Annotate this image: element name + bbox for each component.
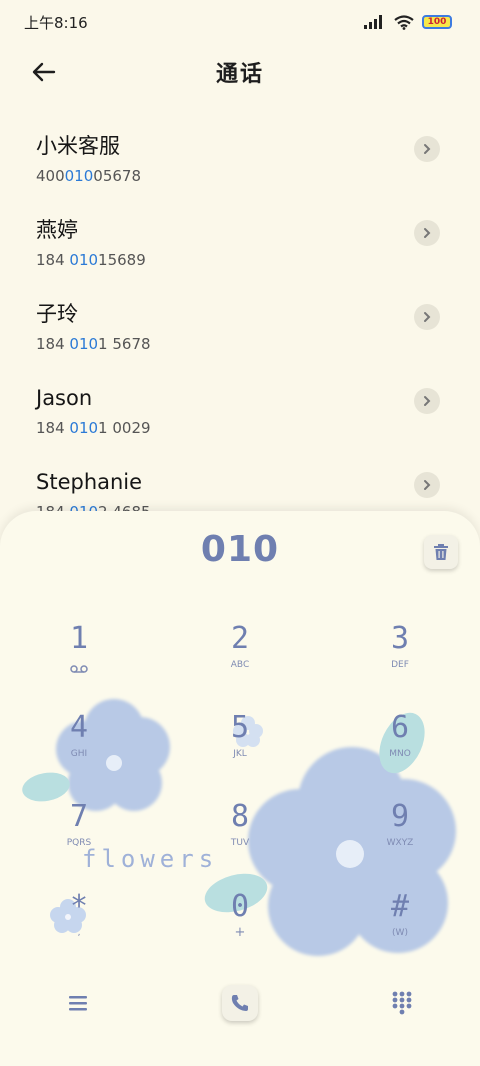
key-letters: GHI [70,749,88,759]
number-suffix: 1 0029 [98,419,151,437]
back-button[interactable] [30,58,60,86]
dialer-bottom-bar [0,983,480,1023]
key-4[interactable]: 4 GHI [34,708,124,778]
dialer-panel: flowers 010 1 2 ABC 3 DEF 4 GHI 5 JKL 6 … [0,511,480,1066]
chevron-right-icon [424,480,431,490]
menu-button[interactable] [66,991,90,1015]
contact-number: 184 0101 5678 [36,334,480,354]
contact-detail-button[interactable] [414,220,440,246]
key-5[interactable]: 5 JKL [195,708,285,778]
chevron-right-icon [424,228,431,238]
number-match: 010 [64,167,94,185]
number-prefix: 184 [36,251,70,269]
key-letters: ABC [230,660,250,670]
contact-detail-button[interactable] [414,388,440,414]
status-bar: 上午8:16 100 [0,0,480,44]
keypad-grid-icon [392,991,412,1015]
key-digit: 0 [230,889,250,924]
key-star[interactable]: * , [34,887,124,957]
chevron-right-icon [424,312,431,322]
trash-icon [434,544,448,560]
number-prefix: 184 [36,419,70,437]
key-letters: MNO [389,749,411,759]
wifi-icon [394,14,414,30]
list-item[interactable]: Jason 184 0101 0029 [0,378,480,462]
status-icons: 100 [364,14,452,30]
dial-number-display[interactable]: 010 [0,529,480,570]
key-digit: 5 [230,710,250,745]
battery-icon: 100 [422,15,452,29]
key-digit: # [390,889,410,924]
list-item[interactable]: 燕婷 184 01015689 [0,210,480,294]
number-prefix: 184 [36,335,70,353]
key-digit: 3 [390,621,410,656]
key-digit: 1 [69,621,89,656]
key-2[interactable]: 2 ABC [195,619,285,689]
contact-number: 184 0101 0029 [36,418,480,438]
key-7[interactable]: 7 PQRS [34,797,124,867]
key-9[interactable]: 9 WXYZ [355,797,445,867]
key-hash[interactable]: # (W) [355,887,445,957]
header: 通话 [0,50,480,94]
chevron-right-icon [424,396,431,406]
page-title: 通话 [215,62,264,87]
key-letters: (W) [392,928,408,938]
battery-level: 100 [427,16,447,27]
key-digit: 6 [390,710,410,745]
contact-detail-button[interactable] [414,304,440,330]
number-match: 010 [69,335,99,353]
voicemail-icon [70,665,88,673]
number-match: 010 [69,419,99,437]
signal-icon [364,15,382,29]
key-digit: 8 [230,799,250,834]
delete-button[interactable] [424,535,458,569]
key-letters: WXYZ [386,838,414,848]
key-6[interactable]: 6 MNO [355,708,445,778]
key-8[interactable]: 8 TUV [195,797,285,867]
contact-detail-button[interactable] [414,136,440,162]
key-digit: 2 [230,621,250,656]
key-1[interactable]: 1 [34,619,124,689]
key-letters: JKL [233,749,247,759]
contact-list: 小米客服 40001005678 燕婷 184 01015689 子玲 184 … [0,126,480,546]
key-letters: + [234,925,246,940]
number-suffix: 1 5678 [98,335,151,353]
phone-icon [231,995,248,1011]
list-item[interactable]: 小米客服 40001005678 [0,126,480,210]
key-letters: PQRS [66,838,92,848]
number-suffix: 05678 [93,167,141,185]
key-digit: * [69,889,89,924]
key-letters: , [77,928,81,938]
number-prefix: 400 [36,167,65,185]
key-digit: 4 [69,710,89,745]
contact-detail-button[interactable] [414,472,440,498]
key-3[interactable]: 3 DEF [355,619,445,689]
keypad-toggle-button[interactable] [390,989,414,1017]
arrow-left-icon [32,62,56,82]
list-item[interactable]: 子玲 184 0101 5678 [0,294,480,378]
contact-number: 184 01015689 [36,250,480,270]
key-letters: TUV [230,838,250,848]
status-time: 上午8:16 [24,13,88,32]
key-digit: 7 [69,799,89,834]
key-0[interactable]: 0 + [195,887,285,957]
chevron-right-icon [424,144,431,154]
number-match: 010 [69,251,99,269]
key-letters: DEF [391,660,409,670]
key-digit: 9 [390,799,410,834]
number-suffix: 15689 [98,251,146,269]
menu-icon [69,996,87,1011]
contact-number: 40001005678 [36,166,480,186]
call-button[interactable] [222,985,258,1021]
